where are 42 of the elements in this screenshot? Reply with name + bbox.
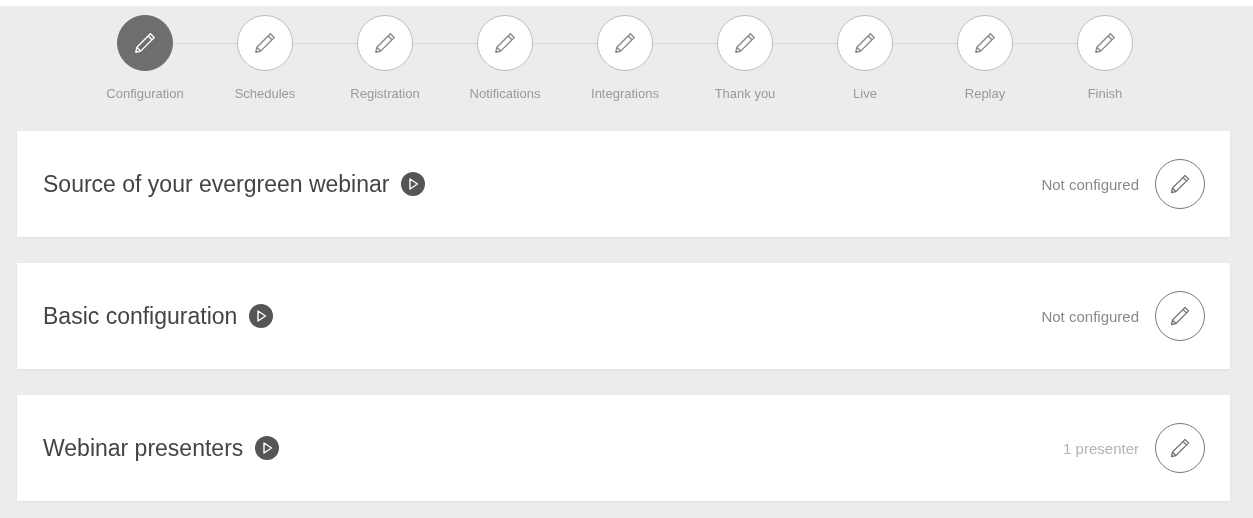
pencil-icon: [1168, 172, 1192, 196]
play-icon[interactable]: [249, 304, 274, 328]
pencil-icon: [1168, 304, 1192, 328]
section-title: Webinar presenters: [43, 434, 244, 462]
pencil-icon: [732, 30, 758, 56]
pencil-icon: [612, 30, 638, 56]
step-label: Finish: [1087, 86, 1123, 101]
pencil-icon: [1092, 30, 1118, 56]
step-button[interactable]: [237, 15, 293, 71]
pencil-icon: [132, 30, 158, 56]
step-label: Configuration: [106, 86, 184, 101]
step-label: Integrations: [591, 86, 659, 101]
step-label: Notifications: [469, 86, 541, 101]
pencil-icon: [372, 30, 398, 56]
step-button[interactable]: [957, 15, 1013, 71]
pencil-icon: [252, 30, 278, 56]
step-label: Registration: [350, 86, 420, 101]
status-text: Not configured: [1041, 175, 1139, 193]
pencil-icon: [1168, 436, 1192, 460]
edit-button[interactable]: [1155, 291, 1205, 341]
edit-button[interactable]: [1155, 159, 1205, 209]
pencil-icon: [492, 30, 518, 56]
pencil-icon: [972, 30, 998, 56]
section-title: Basic configuration: [43, 302, 238, 330]
step-button[interactable]: [1077, 15, 1133, 71]
status-text: 1 presenter: [1063, 439, 1139, 457]
step-button[interactable]: [357, 15, 413, 71]
step-button[interactable]: [837, 15, 893, 71]
pencil-icon: [852, 30, 878, 56]
play-icon[interactable]: [255, 436, 280, 460]
section-title: Source of your evergreen webinar: [43, 170, 390, 198]
step-button[interactable]: [717, 15, 773, 71]
step-label: Thank you: [714, 86, 776, 101]
status-text: Not configured: [1041, 307, 1139, 325]
step-label: Schedules: [234, 86, 296, 101]
play-icon[interactable]: [401, 172, 426, 196]
step-label: Replay: [964, 86, 1006, 101]
step-label: Live: [853, 86, 877, 101]
step-button[interactable]: [117, 15, 173, 71]
step-button[interactable]: [477, 15, 533, 71]
step-button[interactable]: [597, 15, 653, 71]
edit-button[interactable]: [1155, 423, 1205, 473]
